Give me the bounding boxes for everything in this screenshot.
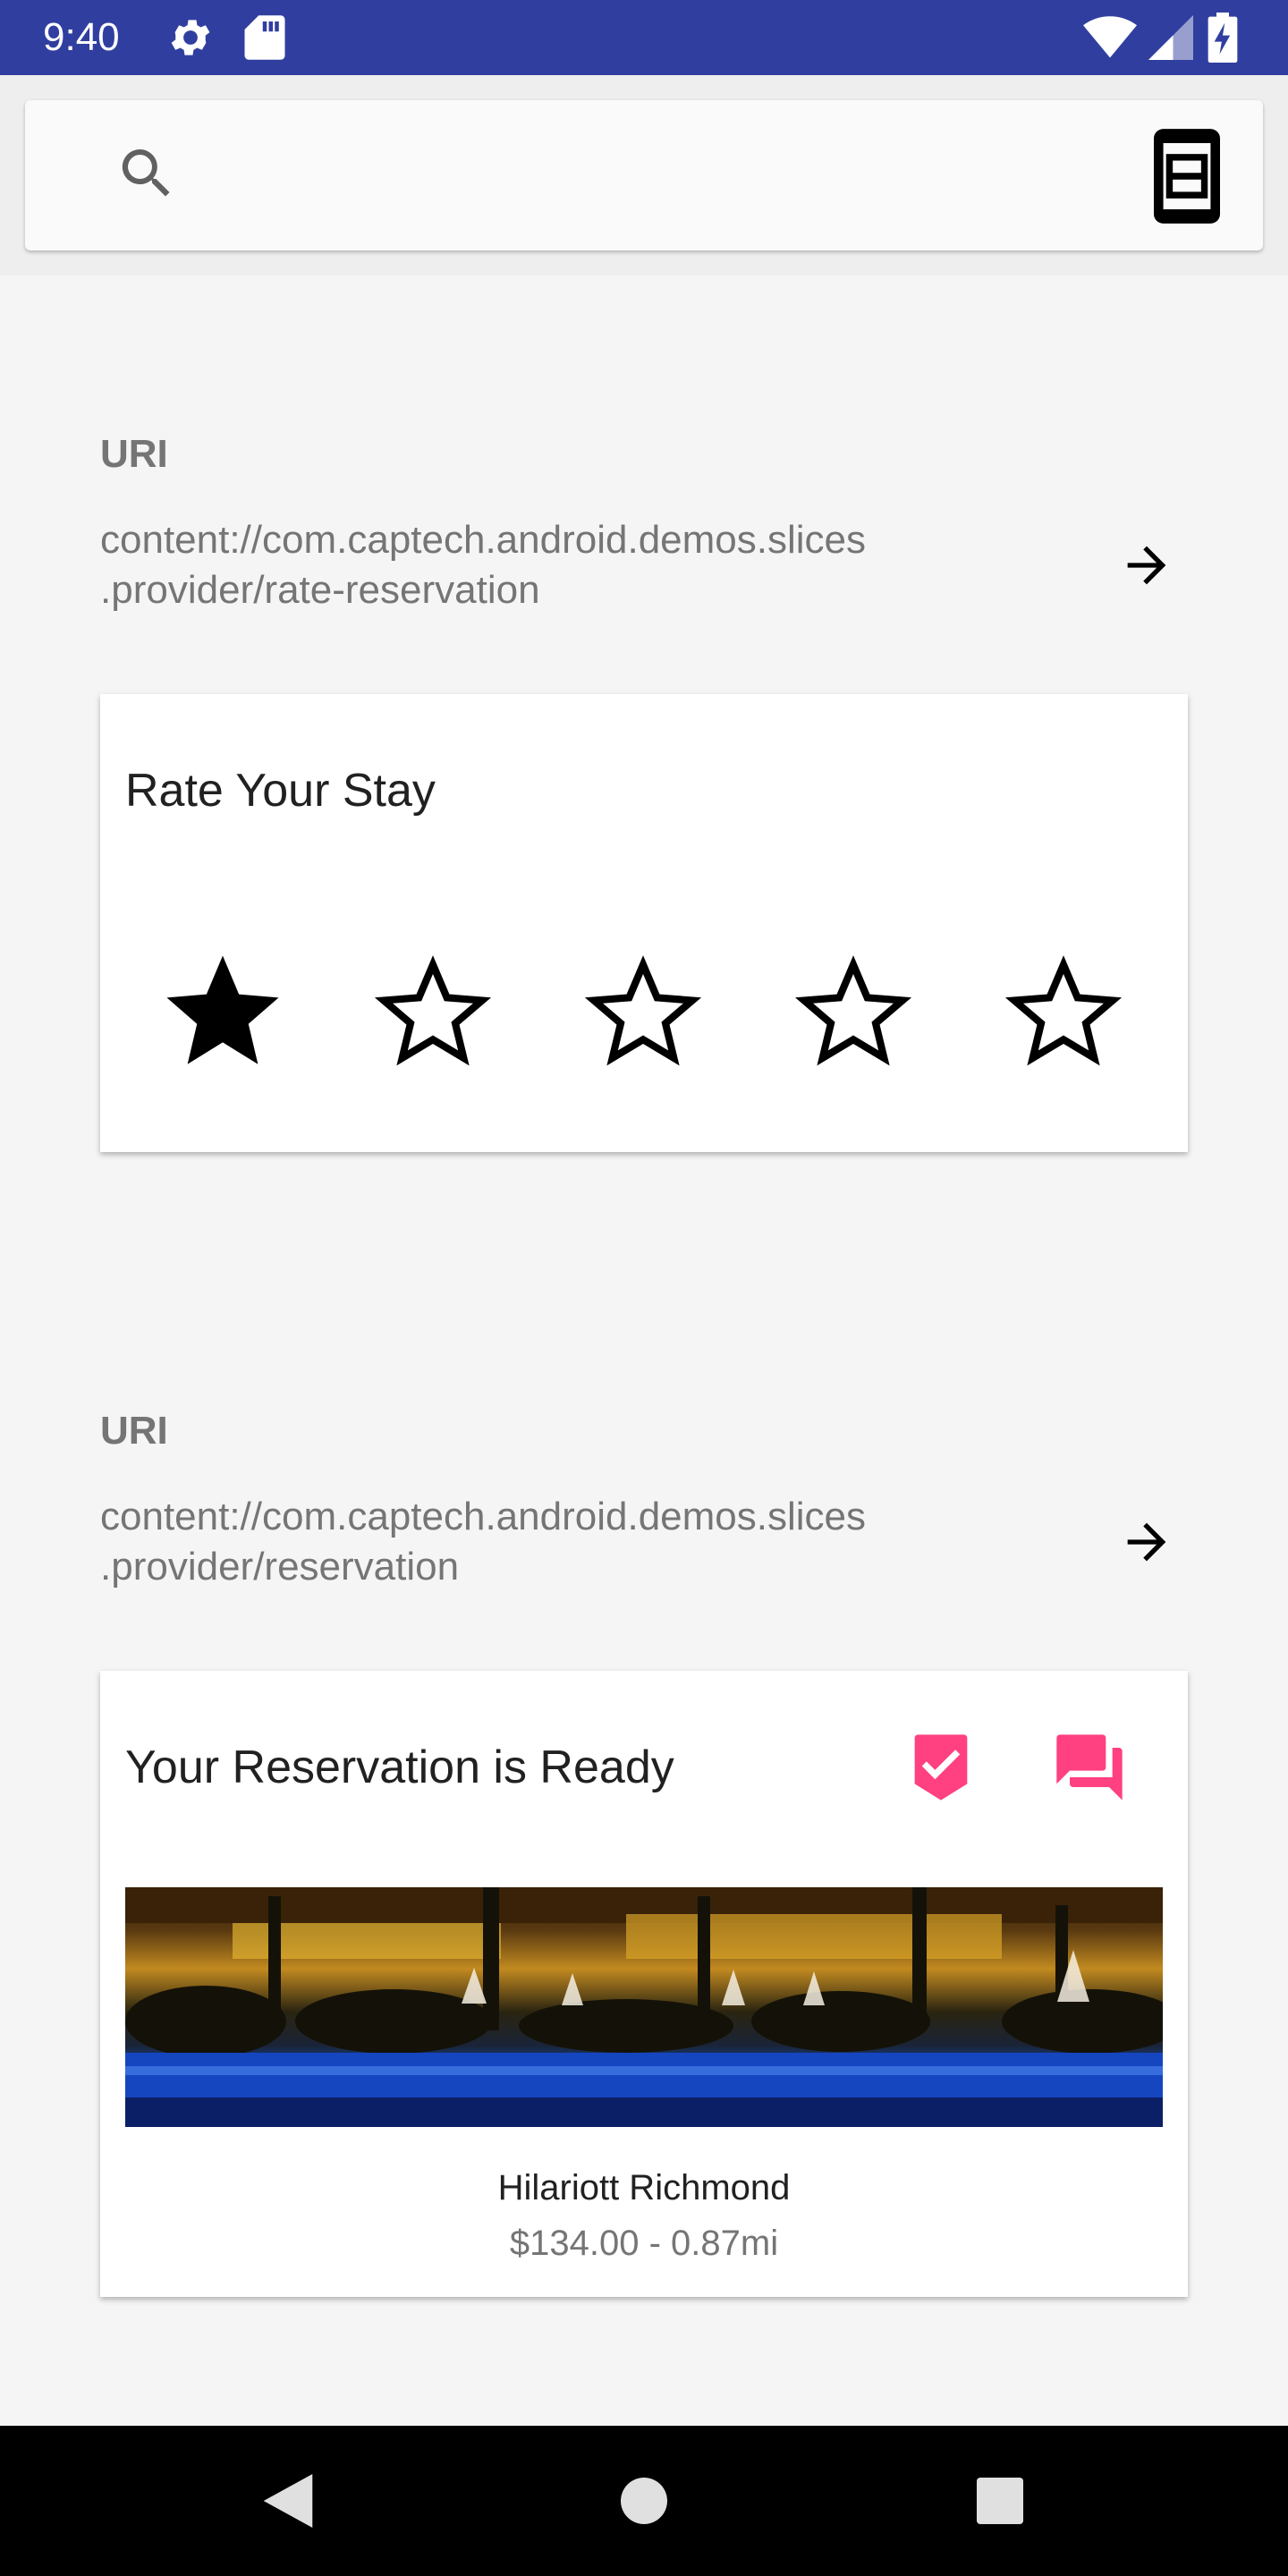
rate-stay-card: Rate Your Stay xyxy=(100,694,1188,1152)
home-icon[interactable] xyxy=(621,2478,667,2524)
star-icon-5[interactable] xyxy=(996,945,1131,1079)
star-icon-2[interactable] xyxy=(366,945,500,1079)
battery-charging-icon xyxy=(1208,0,1238,75)
check-in-icon[interactable] xyxy=(902,1728,980,1807)
cell-signal-icon xyxy=(1148,0,1193,75)
uri-label: URI xyxy=(100,1409,168,1453)
open-uri-button[interactable] xyxy=(1111,530,1182,601)
status-time: 9:40 xyxy=(43,15,120,59)
navigation-bar xyxy=(0,2426,1288,2576)
arrow-right-icon xyxy=(1127,546,1166,585)
recents-icon[interactable] xyxy=(977,2478,1023,2524)
uri-text: content://com.captech.android.demos.slic… xyxy=(100,1495,867,1589)
hotel-image xyxy=(125,1887,1163,2127)
star-icon-3[interactable] xyxy=(576,945,710,1079)
card-title: Rate Your Stay xyxy=(125,765,436,817)
hotel-name: Hilariott Richmond xyxy=(497,2168,791,2207)
hotel-price-distance: $134.00 - 0.87mi xyxy=(509,2224,779,2263)
uri-section-rate: URI content://com.captech.android.demos.… xyxy=(100,431,1188,612)
wifi-icon xyxy=(1082,0,1138,75)
star-icon-1[interactable] xyxy=(156,945,290,1079)
open-uri-button[interactable] xyxy=(1111,1506,1182,1578)
search-icon[interactable] xyxy=(114,141,179,210)
chat-icon[interactable] xyxy=(1050,1728,1129,1807)
device-icon[interactable] xyxy=(1154,129,1220,228)
uri-text: content://com.captech.android.demos.slic… xyxy=(100,518,867,612)
reservation-card: Your Reservation is Ready Hilariott Rich… xyxy=(100,1671,1188,2297)
search-bar[interactable] xyxy=(25,100,1263,250)
arrow-right-icon xyxy=(1127,1522,1166,1562)
back-icon[interactable] xyxy=(263,2474,313,2528)
gear-icon xyxy=(166,0,215,75)
uri-section-reservation: URI content://com.captech.android.demos.… xyxy=(100,1408,1188,1589)
uri-label: URI xyxy=(100,432,168,476)
sd-card-icon xyxy=(243,0,286,75)
card-title: Your Reservation is Ready xyxy=(125,1741,674,1793)
star-icon-4[interactable] xyxy=(786,945,920,1079)
status-bar: 9:40 xyxy=(0,0,1288,75)
